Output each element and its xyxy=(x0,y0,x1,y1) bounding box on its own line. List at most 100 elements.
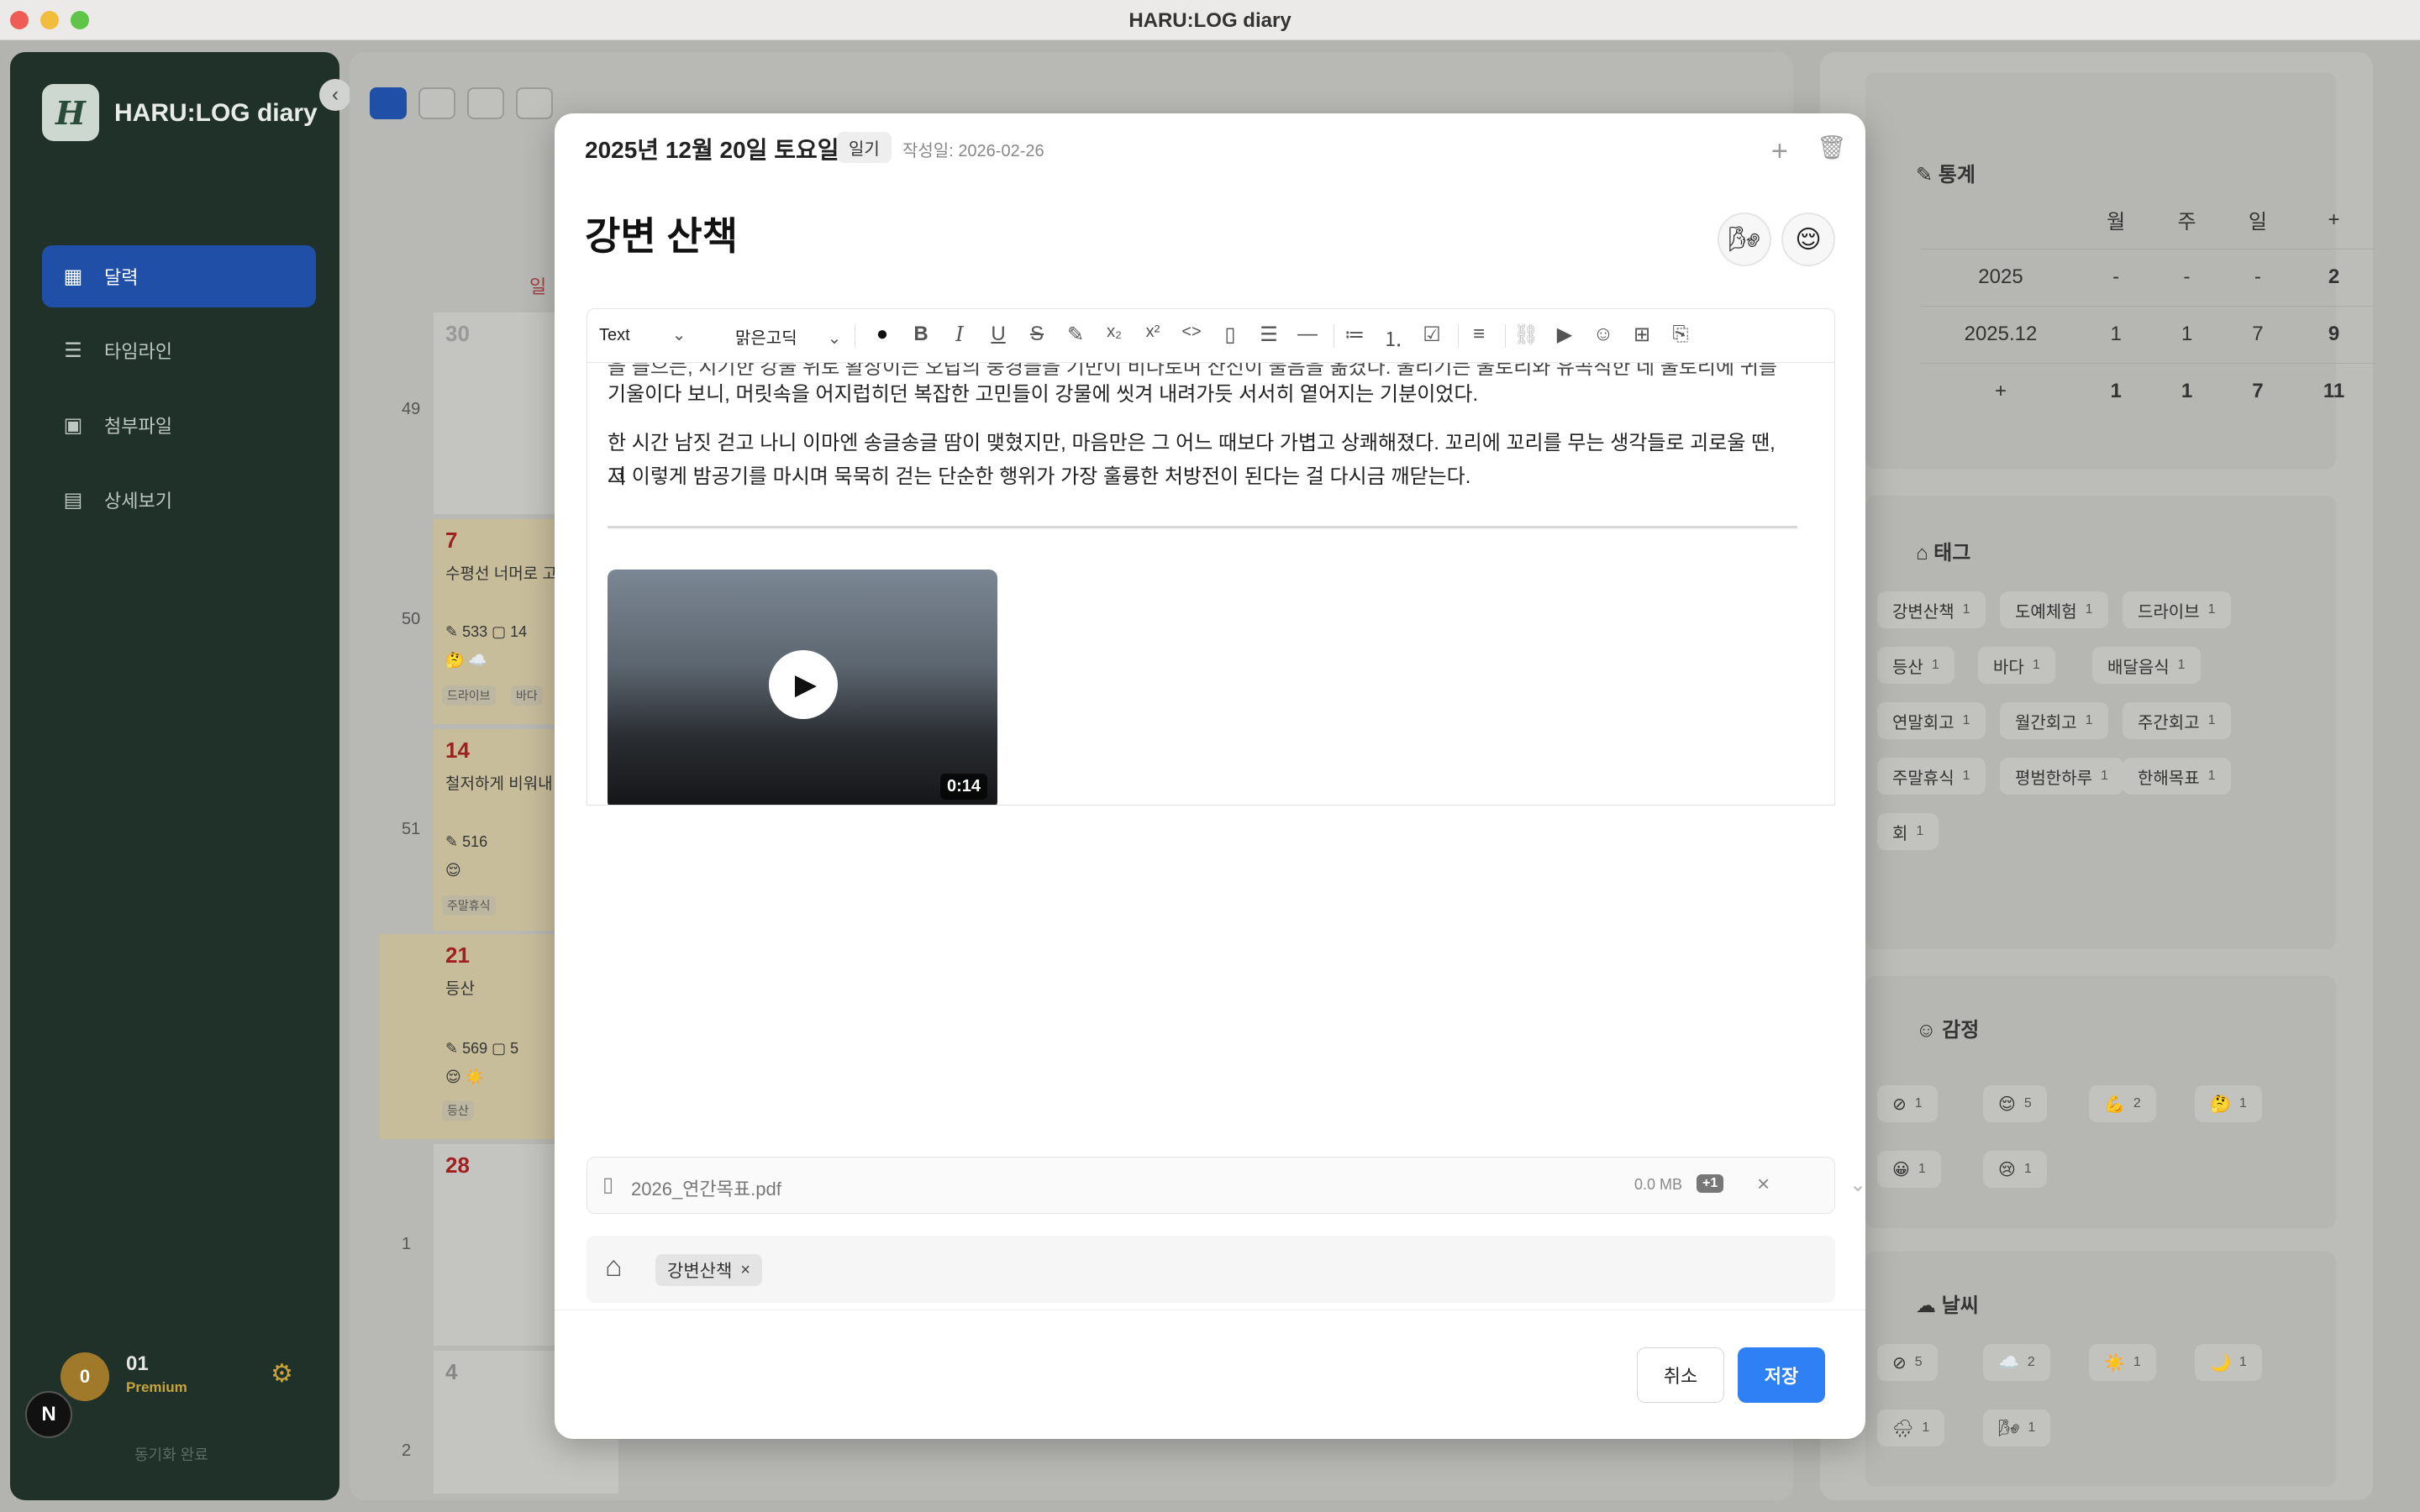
entry-preview: 등산 xyxy=(445,980,475,998)
sidebar-item-timeline[interactable]: ☰ 타임라인 xyxy=(42,319,316,381)
entry-emojis: 😌 ☀️ xyxy=(445,1068,485,1085)
text-color-icon[interactable]: ● xyxy=(870,323,895,346)
tag-chip[interactable]: 회1 xyxy=(1877,813,1939,850)
chevron-down-icon: ⌄ xyxy=(671,326,687,344)
view-grid-button[interactable] xyxy=(467,87,504,119)
superscript-icon[interactable]: x² xyxy=(1140,323,1165,342)
n-badge[interactable]: N xyxy=(25,1391,72,1438)
link-icon[interactable]: ⛓ xyxy=(1513,323,1539,347)
stat-chip[interactable]: 😀 1 xyxy=(1877,1151,1941,1188)
code-icon[interactable]: <> xyxy=(1179,323,1204,342)
highlight-icon[interactable]: ✎ xyxy=(1063,323,1088,347)
bullet-list-icon[interactable]: ≔ xyxy=(1342,323,1367,347)
mood-picker-button[interactable]: 😌 xyxy=(1781,213,1835,266)
attachment-name[interactable]: 2026_연간목표.pdf xyxy=(631,1174,781,1201)
stat-chip[interactable]: 💪 2 xyxy=(2089,1085,2156,1122)
table-icon[interactable]: ⊞ xyxy=(1629,323,1655,347)
toolbar-divider xyxy=(1458,324,1459,348)
weather-picker-button[interactable]: 🌬 xyxy=(1718,213,1771,266)
block-style-select[interactable]: Text ⌄ xyxy=(599,324,686,345)
chip-emoji: ☀️ xyxy=(2104,1353,2125,1373)
stats-header-empty xyxy=(1921,192,2081,249)
underline-icon[interactable]: U xyxy=(986,323,1011,346)
chip-count: 1 xyxy=(1962,602,1970,617)
align-icon[interactable]: ≡ xyxy=(1466,323,1491,346)
italic-icon[interactable]: I xyxy=(947,323,972,346)
stat-chip[interactable]: 🤔 1 xyxy=(2195,1085,2262,1122)
video-thumbnail[interactable]: ▶ 0:14 xyxy=(608,570,997,805)
tag-chip[interactable]: 도예체험 1 xyxy=(2000,591,2108,628)
view-quad-button[interactable] xyxy=(516,87,553,119)
tag-chip[interactable]: 등산 1 xyxy=(1877,647,1954,684)
close-icon[interactable]: × xyxy=(1757,1171,1770,1197)
stat-chip[interactable]: 🌙 1 xyxy=(2195,1344,2262,1381)
trash-icon[interactable]: 🗑 xyxy=(1817,134,1847,161)
chip-emoji: ⊘ xyxy=(1892,1095,1907,1114)
chip-count: 1 xyxy=(1918,1162,1926,1176)
user-profile[interactable]: 0 01 Premium ⚙ xyxy=(50,1346,302,1404)
strikethrough-icon[interactable]: S xyxy=(1024,323,1050,346)
subscript-icon[interactable]: x₂ xyxy=(1102,323,1127,342)
collapse-sidebar-button[interactable]: ‹ xyxy=(319,79,351,111)
stats-header: 주 xyxy=(2177,211,2196,234)
app-name: HARU:LOG diary xyxy=(114,99,318,127)
sidebar-item-attachments[interactable]: ▣ 첨부파일 xyxy=(42,394,316,456)
add-icon[interactable]: + xyxy=(1771,135,1788,168)
tag-chip[interactable]: 연말회고 1 xyxy=(1877,702,1986,739)
checklist-icon[interactable]: ☑ xyxy=(1419,323,1444,347)
chip-count: 2 xyxy=(2133,1096,2141,1110)
chip-label: 바다 xyxy=(1993,658,2024,677)
emoji-icon[interactable]: ☺ xyxy=(1591,323,1616,346)
stat-chip[interactable]: ⊘ 5 xyxy=(1877,1344,1938,1381)
tag-chip[interactable]: 평범한하루 1 xyxy=(2000,758,2123,795)
sidebar-item-label: 달력 xyxy=(104,267,139,288)
indent-icon[interactable]: ☰ xyxy=(1256,323,1281,347)
play-icon[interactable]: ▶ xyxy=(769,650,838,719)
tag-chip[interactable]: 한해목표 1 xyxy=(2123,758,2231,795)
editor-content[interactable]: 을 들으는, 시기한 강물 위로 활상이는 오랍의 풍경들을 기반이 비다로며 … xyxy=(587,362,1835,806)
stat-chip[interactable]: 🌧 1 xyxy=(1877,1410,1945,1446)
stat-chip[interactable]: ☀️ 1 xyxy=(2089,1344,2156,1381)
tag-chip[interactable]: 월간회고 1 xyxy=(2000,702,2108,739)
stat-chip[interactable]: 😌 5 xyxy=(1983,1085,2047,1122)
stat-chip[interactable]: ⊘ 1 xyxy=(1877,1085,1938,1122)
gear-icon[interactable]: ⚙ xyxy=(271,1359,293,1389)
sidebar-item-detail[interactable]: ▤ 상세보기 xyxy=(42,469,316,531)
remove-tag-icon[interactable]: × xyxy=(740,1261,750,1280)
stats-card: ✎ 통계 월 주 일 + 2025 - - - 2 2025.12 1 1 7 … xyxy=(1865,72,2375,469)
stats-cell: 2 xyxy=(2293,248,2375,306)
tag-chip[interactable]: 주간회고 1 xyxy=(2123,702,2231,739)
entry-preview: 철저하게 비워내 xyxy=(445,775,553,793)
stat-chip[interactable]: 🌬 1 xyxy=(1983,1410,2051,1446)
tag-chip[interactable]: 드라이브 1 xyxy=(2123,591,2231,628)
tag-chip[interactable]: 바다 1 xyxy=(1978,647,2055,684)
attachment-more-badge[interactable]: +1 xyxy=(1697,1174,1724,1193)
tag-input-row[interactable]: ⌂ 강변산책 × xyxy=(587,1236,1835,1303)
stat-chip[interactable]: ☁️ 2 xyxy=(1983,1344,2050,1381)
code-block-icon[interactable]: ▯ xyxy=(1218,323,1243,347)
tag-chip[interactable]: 배달음식 1 xyxy=(2092,647,2201,684)
stats-title: ✎ 통계 xyxy=(1916,158,1975,187)
numbered-list-icon[interactable]: ⒈ xyxy=(1381,323,1406,352)
horizontal-rule-icon[interactable]: — xyxy=(1295,323,1320,346)
chip-label: 도예체험 xyxy=(2015,602,2077,622)
video-icon[interactable]: ▶ xyxy=(1552,323,1577,347)
attach-icon[interactable]: ⎘ xyxy=(1668,323,1693,346)
view-single-button[interactable] xyxy=(370,87,407,119)
window-titlebar: HARU:LOG diary xyxy=(0,0,2420,40)
bold-icon[interactable]: B xyxy=(908,323,934,346)
save-button[interactable]: 저장 xyxy=(1738,1347,1825,1403)
stat-chip[interactable]: 😢 1 xyxy=(1983,1151,2047,1188)
tag-chip[interactable]: 강변산책 1 xyxy=(1877,591,1986,628)
font-select[interactable]: 맑은고딕 ⌄ xyxy=(735,324,841,349)
chip-label: 평범한하루 xyxy=(2015,769,2092,788)
cancel-button[interactable]: 취소 xyxy=(1637,1347,1724,1403)
tag-chip[interactable]: 주말휴식 1 xyxy=(1877,758,1986,795)
entry-date: 2025년 12월 20일 토요일 xyxy=(585,137,839,163)
view-double-button[interactable] xyxy=(418,87,455,119)
entry-title[interactable]: 강변 산책 xyxy=(585,206,738,261)
chevron-down-icon[interactable]: ⌄ xyxy=(1849,1173,1865,1197)
week-number: 49 xyxy=(402,400,421,418)
sidebar-item-calendar[interactable]: ▦ 달력 xyxy=(42,245,316,307)
chip-count: 1 xyxy=(2028,1420,2036,1435)
